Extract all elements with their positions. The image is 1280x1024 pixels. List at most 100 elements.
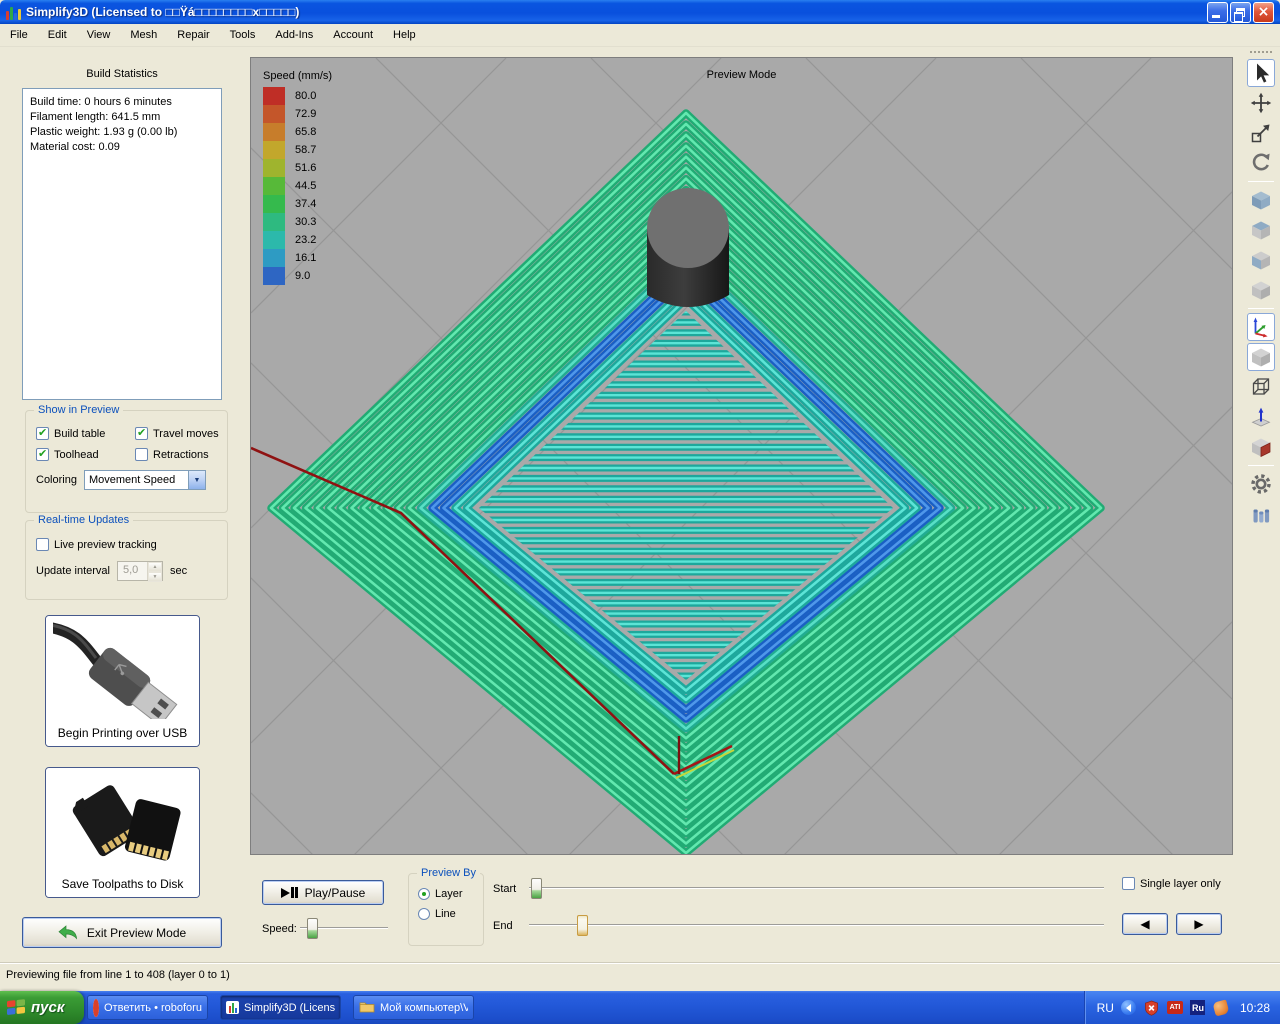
coloring-select[interactable]: Movement Speed ▼ bbox=[84, 470, 206, 490]
start-slider-thumb[interactable] bbox=[531, 878, 542, 899]
preview-by-layer-radio[interactable]: Layer bbox=[418, 888, 483, 900]
menu-item-edit[interactable]: Edit bbox=[38, 24, 77, 46]
legend-value: 30.3 bbox=[285, 216, 316, 228]
previous-layer-button[interactable]: ◀ bbox=[1122, 913, 1168, 935]
legend-color-swatch bbox=[263, 177, 285, 195]
exit-preview-mode-label: Exit Preview Mode bbox=[87, 926, 186, 940]
radio-label: Layer bbox=[435, 888, 463, 900]
menu-bar: FileEditViewMeshRepairToolsAdd-InsAccoun… bbox=[0, 24, 1280, 47]
spin-up-icon[interactable]: ▲ bbox=[148, 562, 162, 572]
legend-entry: 72.9 bbox=[263, 105, 332, 123]
taskbar-button[interactable]: Ответить • roboforu... bbox=[87, 995, 208, 1020]
legend-color-swatch bbox=[263, 105, 285, 123]
menu-item-account[interactable]: Account bbox=[323, 24, 383, 46]
view-cube-front-icon[interactable] bbox=[1247, 246, 1275, 274]
view-cube-plain-icon[interactable] bbox=[1247, 276, 1275, 304]
language-indicator[interactable]: RU bbox=[1097, 1001, 1114, 1015]
build-table-checkbox[interactable]: Build table bbox=[36, 427, 131, 440]
checkbox-icon[interactable] bbox=[1122, 877, 1135, 890]
restore-button[interactable] bbox=[1230, 2, 1251, 23]
end-slider-thumb[interactable] bbox=[577, 915, 588, 936]
surface-normals-view-icon[interactable] bbox=[1247, 403, 1275, 431]
checkbox-icon[interactable] bbox=[36, 427, 49, 440]
legend-color-swatch bbox=[263, 159, 285, 177]
checkbox-icon[interactable] bbox=[135, 448, 148, 461]
preview-by-line-radio[interactable]: Line bbox=[418, 908, 483, 920]
view-cube-iso-icon[interactable] bbox=[1247, 186, 1275, 214]
cross-section-tool-icon[interactable] bbox=[1247, 433, 1275, 461]
live-preview-tracking-checkbox[interactable]: Live preview tracking bbox=[36, 538, 227, 551]
menu-item-help[interactable]: Help bbox=[383, 24, 426, 46]
window-title: Simplify3D (Licensed to □□Ÿá□□□□□□□□x□□□… bbox=[26, 5, 1207, 19]
view-cube-top-icon[interactable] bbox=[1247, 216, 1275, 244]
build-statistic-line: Filament length: 641.5 mm bbox=[30, 110, 214, 125]
travel-moves-checkbox[interactable]: Travel moves bbox=[135, 427, 235, 440]
update-interval-spinner[interactable]: 5,0 ▲▼ bbox=[117, 561, 163, 581]
close-button[interactable]: × bbox=[1253, 2, 1274, 23]
preview-viewport[interactable]: Speed (mm/s) 80.072.965.858.751.644.537.… bbox=[250, 57, 1233, 855]
ati-icon[interactable]: ATI bbox=[1167, 1000, 1183, 1016]
toolpath-preview-scene bbox=[251, 58, 1232, 854]
default-view-cube-icon[interactable] bbox=[1247, 343, 1275, 371]
build-statistics-box: Build time: 0 hours 6 minutesFilament le… bbox=[22, 88, 222, 400]
menu-item-file[interactable]: File bbox=[0, 24, 38, 46]
preview-by-group: Preview By LayerLine bbox=[408, 873, 484, 946]
legend-value: 65.8 bbox=[285, 126, 316, 138]
save-toolpaths-button[interactable]: Save Toolpaths to Disk bbox=[45, 767, 200, 898]
coordinate-axes-tool-icon[interactable] bbox=[1247, 313, 1275, 341]
menu-item-mesh[interactable]: Mesh bbox=[120, 24, 167, 46]
single-layer-only-checkbox[interactable]: Single layer only bbox=[1122, 877, 1221, 890]
start-slider[interactable] bbox=[529, 878, 1104, 899]
select-tool-icon[interactable] bbox=[1247, 59, 1275, 87]
spin-down-icon[interactable]: ▼ bbox=[148, 572, 162, 582]
menu-item-repair[interactable]: Repair bbox=[167, 24, 219, 46]
checkbox-icon[interactable] bbox=[36, 448, 49, 461]
show-in-preview-group: Show in Preview Build tableTravel movesT… bbox=[25, 410, 228, 513]
menu-item-addins[interactable]: Add-Ins bbox=[265, 24, 323, 46]
antivirus-shield-icon[interactable] bbox=[1144, 1000, 1160, 1016]
play-pause-button[interactable]: Play/Pause bbox=[262, 880, 384, 905]
toolhead-checkbox[interactable]: Toolhead bbox=[36, 448, 131, 461]
speed-slider-thumb[interactable] bbox=[307, 918, 318, 939]
legend-value: 80.0 bbox=[285, 90, 316, 102]
punto-switcher-ru-icon[interactable]: Ru bbox=[1190, 1000, 1206, 1016]
start-button[interactable]: пуск bbox=[0, 991, 84, 1024]
coloring-value: Movement Speed bbox=[85, 474, 188, 486]
begin-printing-usb-button[interactable]: Begin Printing over USB bbox=[45, 615, 200, 747]
support-structures-tool-icon[interactable] bbox=[1247, 500, 1275, 528]
downloader-icon[interactable] bbox=[1213, 1000, 1229, 1016]
title-bar[interactable]: Simplify3D (Licensed to □□Ÿá□□□□□□□□x□□□… bbox=[0, 0, 1280, 24]
exit-preview-mode-button[interactable]: Exit Preview Mode bbox=[22, 917, 222, 948]
chevron-down-icon[interactable]: ▼ bbox=[188, 471, 205, 489]
end-slider[interactable] bbox=[529, 915, 1104, 936]
checkbox-label: Build table bbox=[54, 428, 105, 440]
close-icon: × bbox=[1258, 5, 1270, 19]
menu-item-view[interactable]: View bbox=[77, 24, 121, 46]
retractions-checkbox[interactable]: Retractions bbox=[135, 448, 235, 461]
machine-control-gear-icon[interactable] bbox=[1247, 470, 1275, 498]
opera-icon bbox=[93, 1002, 99, 1014]
scale-tool-icon[interactable] bbox=[1247, 119, 1275, 147]
speed-slider[interactable] bbox=[300, 918, 388, 939]
checkbox-icon[interactable] bbox=[135, 427, 148, 440]
radio-icon[interactable] bbox=[418, 908, 430, 920]
taskbar-button[interactable]: Simplify3D (Licensed t... bbox=[220, 995, 341, 1020]
rotate-tool-icon[interactable] bbox=[1247, 149, 1275, 177]
legend-value: 9.0 bbox=[285, 270, 310, 282]
next-layer-button[interactable]: ▶ bbox=[1176, 913, 1222, 935]
menu-item-tools[interactable]: Tools bbox=[220, 24, 266, 46]
sd-cards-image bbox=[46, 768, 199, 874]
hide-icons-chevron[interactable] bbox=[1121, 1000, 1137, 1016]
checkbox-icon[interactable] bbox=[36, 538, 49, 551]
minimize-button[interactable] bbox=[1207, 2, 1228, 23]
wireframe-view-icon[interactable] bbox=[1247, 373, 1275, 401]
radio-icon[interactable] bbox=[418, 888, 430, 900]
toolbar-separator bbox=[1248, 465, 1274, 466]
taskbar-button[interactable]: Мой компьютер\VIB... bbox=[353, 995, 474, 1020]
toolbar-grip[interactable] bbox=[1249, 50, 1273, 54]
move-tool-icon[interactable] bbox=[1247, 89, 1275, 117]
simplify3d-icon bbox=[226, 1001, 239, 1014]
main-area: Build Statistics Build time: 0 hours 6 m… bbox=[0, 47, 1280, 962]
playback-controls: Play/Pause Speed: Preview By LayerLine S… bbox=[250, 865, 1233, 962]
preview-by-title: Preview By bbox=[417, 867, 480, 879]
